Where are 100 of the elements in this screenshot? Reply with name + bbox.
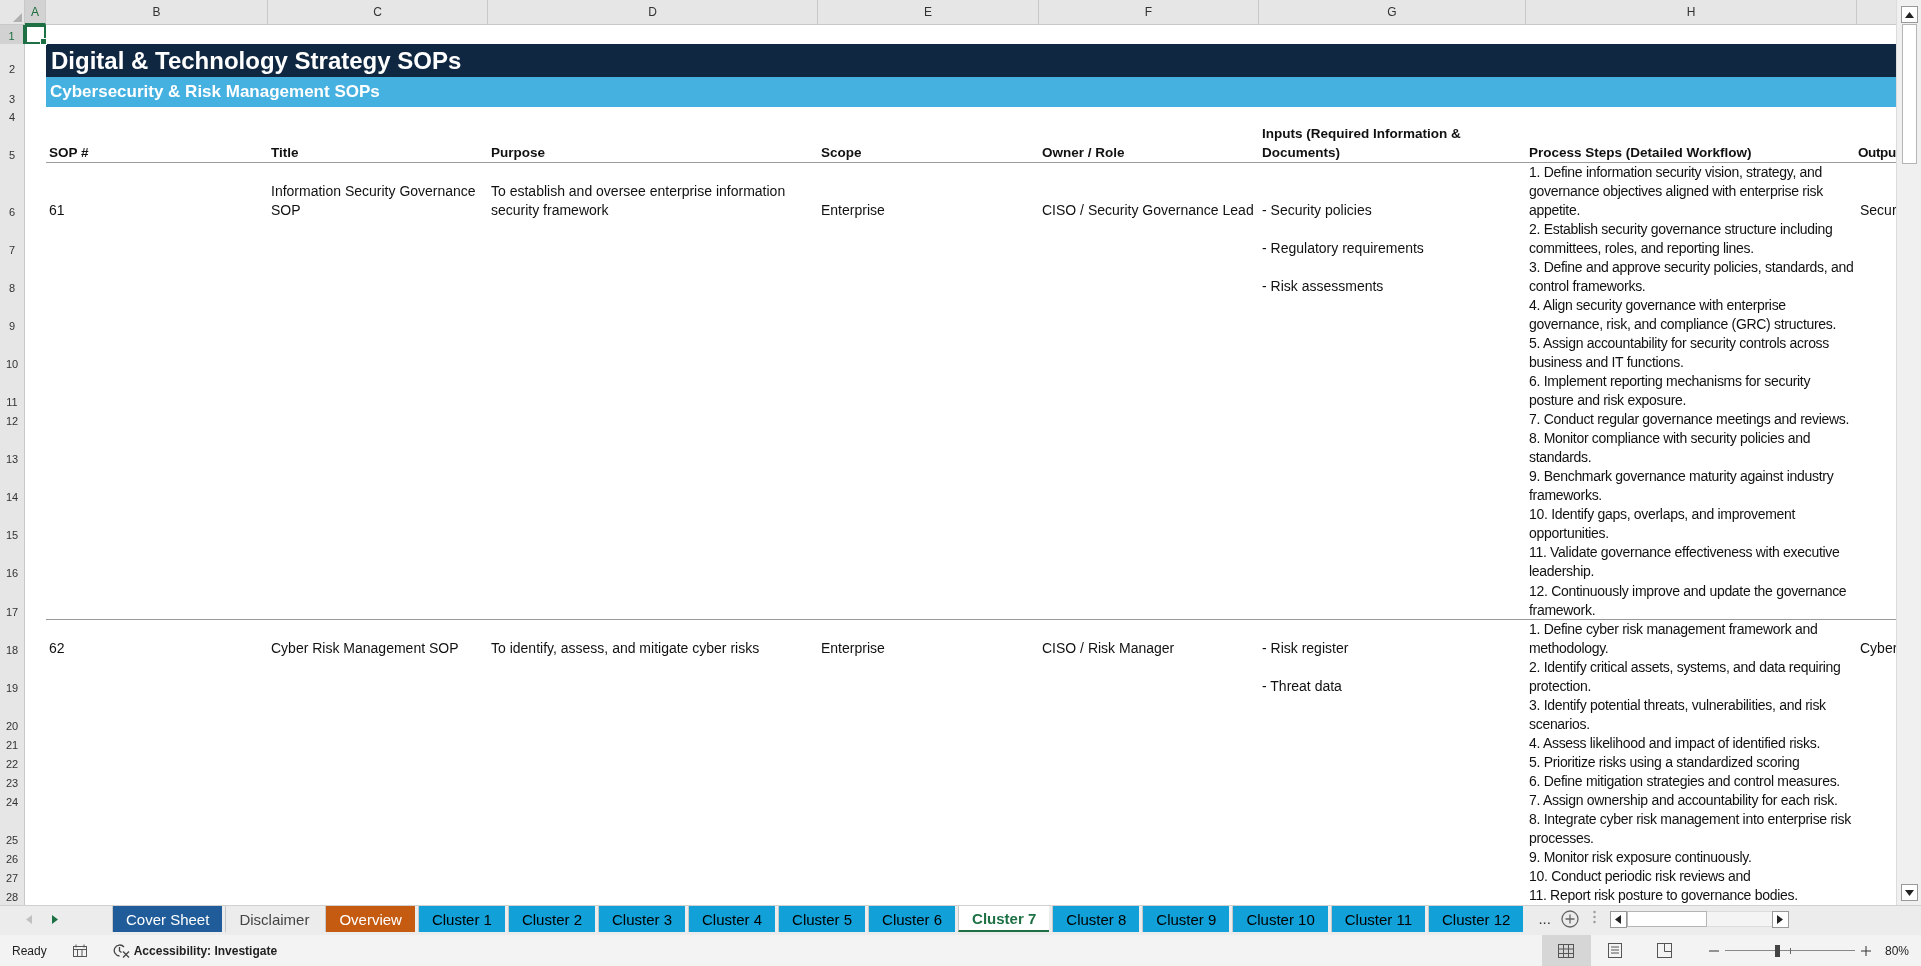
table-cell-text: 11. Validate governance effectiveness with executive leadership. [1528, 543, 1841, 581]
row-header[interactable]: 13 [0, 429, 25, 467]
table-cell-text: 4. Assess likelihood and impact of identified risks. [1528, 734, 1821, 753]
table-cell-text: 3. Identify potential threats, vulnerabilities, and risk scenarios. [1528, 696, 1827, 734]
sheet-subtitle: Cybersecurity & Risk Management SOPs [46, 77, 1896, 107]
row-header[interactable]: 12 [0, 410, 25, 429]
table-cell-text: 9. Monitor risk exposure continuously. [1528, 848, 1753, 867]
sheet-tab[interactable]: Cluster 10 [1232, 906, 1328, 932]
sheet-tab[interactable]: Cluster 3 [598, 906, 685, 932]
row-header[interactable]: 16 [0, 543, 25, 581]
row-header[interactable]: 28 [0, 886, 25, 905]
sheet-tab[interactable]: Cluster 9 [1142, 906, 1230, 932]
table-cell-text: Secur [1859, 201, 1896, 220]
table-cell-text: 61 [48, 201, 66, 220]
table-cell-text: 10. Identify gaps, overlaps, and improvement opportunities. [1528, 505, 1797, 543]
accessibility-icon[interactable] [112, 943, 130, 958]
triangle-left-icon [1615, 914, 1622, 924]
scroll-down-button[interactable] [1900, 884, 1918, 901]
more-sheets-button[interactable]: ... [1538, 910, 1551, 927]
sheet-tab[interactable]: Cluster 8 [1052, 906, 1140, 932]
table-cell-text: 1. Define information security vision, strategy, and governance objectives aligned with enterprise risk appetite. [1528, 163, 1824, 220]
selected-cell[interactable] [25, 25, 46, 44]
column-header[interactable]: G [1259, 0, 1526, 25]
table-icon[interactable] [72, 944, 87, 957]
table-cell-text: Cyber Risk Management SOP [270, 639, 460, 658]
sheet-tab[interactable]: Disclaimer [225, 906, 323, 932]
table-cell-text: To identify, assess, and mitigate cyber risks [490, 639, 761, 658]
row-header[interactable]: 5 [0, 125, 25, 163]
sheet-tab[interactable]: Cluster 11 [1330, 906, 1425, 932]
table-cell-text: 5. Prioritize risks using a standardized scoring [1528, 753, 1801, 772]
column-header[interactable]: E [818, 0, 1039, 25]
table-cell-text: 1. Define cyber risk management framework and methodology. [1528, 620, 1819, 658]
sheet-tab[interactable]: Cluster 7 [958, 906, 1050, 932]
column-heading: Scope [818, 125, 1039, 163]
row-header[interactable]: 7 [0, 220, 25, 258]
row-header[interactable]: 8 [0, 258, 25, 296]
scroll-left-button[interactable] [1609, 910, 1627, 928]
sheet-tab[interactable]: Cluster 5 [778, 906, 866, 932]
table-cell-text: CISO / Security Governance Lead [1041, 201, 1255, 220]
table-cell-text: CISO / Risk Manager [1041, 639, 1176, 658]
add-sheet-icon[interactable] [1560, 910, 1579, 928]
table-cell-text: 2. Identify critical assets, systems, and data requiring protection. [1528, 658, 1842, 696]
sheet-tab[interactable]: Cover Sheet [112, 906, 223, 932]
row-header[interactable]: 15 [0, 505, 25, 543]
row-header[interactable]: 1 [0, 25, 25, 44]
column-header[interactable]: F [1039, 0, 1259, 25]
zoom-in-icon[interactable] [1860, 945, 1871, 956]
sheet-tab[interactable]: Overview [325, 906, 415, 932]
page-break-icon [1656, 943, 1672, 958]
row-header[interactable]: 2 [0, 44, 25, 77]
scroll-up-button[interactable] [1900, 6, 1918, 23]
splitter-handle-icon[interactable] [1592, 910, 1596, 924]
row-header[interactable]: 27 [0, 867, 25, 886]
row-header[interactable]: 25 [0, 810, 25, 848]
row-header[interactable]: 20 [0, 696, 25, 734]
grid-icon [1558, 943, 1575, 958]
table-cell-text: 5. Assign accountability for security controls across business and IT functions. [1528, 334, 1831, 372]
row-header[interactable]: 26 [0, 848, 25, 867]
zoom-slider-thumb[interactable] [1774, 944, 1780, 957]
sheet-title: Digital & Technology Strategy SOPs [46, 44, 1896, 77]
zoom-level[interactable]: 80% [1884, 943, 1909, 958]
row-header[interactable]: 19 [0, 658, 25, 696]
column-header[interactable]: H [1526, 0, 1857, 25]
row-header[interactable]: 22 [0, 753, 25, 772]
row-header[interactable]: 6 [0, 163, 25, 220]
scrollbar-thumb[interactable] [1626, 911, 1707, 927]
table-cell-text: 11. Report risk posture to governance bodies. [1528, 886, 1799, 905]
table-cell-text: 6. Implement reporting mechanisms for security posture and risk exposure. [1528, 372, 1812, 410]
view-button[interactable] [1541, 935, 1591, 966]
row-header[interactable]: 9 [0, 296, 25, 334]
row-header[interactable]: 3 [0, 77, 25, 107]
row-header[interactable]: 17 [0, 581, 25, 620]
table-cell-text: 8. Monitor compliance with security policies and standards. [1528, 429, 1812, 467]
row-header[interactable]: 14 [0, 467, 25, 505]
column-header[interactable]: C [268, 0, 488, 25]
sheet-tab[interactable]: Cluster 12 [1428, 906, 1524, 932]
table-cell-text: To establish and oversee enterprise information security framework [490, 182, 787, 220]
column-header[interactable]: B [46, 0, 268, 25]
row-header[interactable]: 10 [0, 334, 25, 372]
table-cell-text: 3. Define and approve security policies, standards, and control frameworks. [1528, 258, 1855, 296]
sheet-tab[interactable]: Cluster 4 [688, 906, 776, 932]
sheet-tab[interactable]: Cluster 1 [417, 906, 505, 932]
row-header[interactable]: 21 [0, 734, 25, 753]
next-sheet-icon[interactable] [52, 914, 58, 924]
table-cell-text: 12. Continuously improve and update the governance framework. [1528, 582, 1848, 620]
scrollbar-thumb[interactable] [1901, 24, 1917, 164]
sheet-tab[interactable]: Cluster 6 [868, 906, 956, 932]
sheet-tab[interactable]: Cluster 2 [507, 906, 595, 932]
table-cell-text: 7. Conduct regular governance meetings and reviews. [1528, 410, 1851, 429]
row-header[interactable]: 11 [0, 372, 25, 410]
column-heading: Process Steps (Detailed Workflow) [1526, 125, 1857, 163]
column-header[interactable]: D [488, 0, 818, 25]
table-cell-text: - Risk register [1261, 639, 1350, 658]
row-header[interactable]: 4 [0, 107, 25, 125]
row-header[interactable]: 23 [0, 772, 25, 791]
column-header[interactable]: A [25, 0, 46, 25]
accessibility-status[interactable]: Accessibility: Investigate [133, 943, 278, 958]
row-header[interactable]: 24 [0, 791, 25, 810]
table-cell-text: - Threat data [1261, 677, 1343, 696]
row-header[interactable]: 18 [0, 620, 25, 658]
